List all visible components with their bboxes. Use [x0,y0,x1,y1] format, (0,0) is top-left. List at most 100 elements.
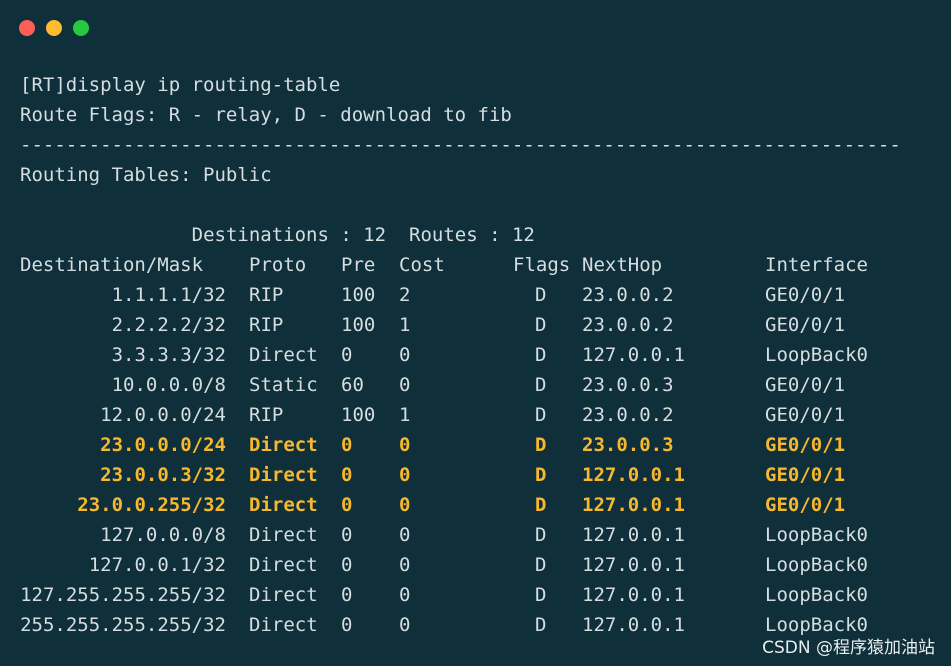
route-nexthop: 127.0.0.1 [582,464,685,486]
route-proto: Direct [249,464,318,486]
table-row: 127.255.255.255/32 Direct 0 0 D 127.0.0.1 Loop… [20,580,940,610]
route-interface: LoopBack0 [765,344,868,366]
route-cost: 0 [399,374,411,396]
table-row: 2.2.2.2/32 RIP 100 1 D 23.0.0.2 GE0/0/1 [20,310,940,340]
route-cost: 0 [399,524,411,546]
route-destination: 127.255.255.255/32 [20,584,226,606]
route-pre: 100 [341,284,376,306]
route-flags: D [535,494,547,516]
route-pre: 0 [341,464,353,486]
route-flags-line: Route Flags: R - relay, D - download to … [20,104,512,126]
route-proto: RIP [249,404,284,426]
header-destination: Destination/Mask [20,254,204,276]
route-nexthop: 23.0.0.3 [582,374,674,396]
close-button[interactable] [19,20,35,36]
route-flags: D [535,374,547,396]
route-nexthop: 127.0.0.1 [582,554,685,576]
route-pre: 60 [341,374,364,396]
route-interface: GE0/0/1 [765,494,846,516]
route-flags: D [535,344,547,366]
terminal-output: [RT]display ip routing-table Route Flags… [20,70,940,640]
separator-line: ----------------------------------------… [20,134,901,156]
route-pre: 100 [341,314,376,336]
header-cost: Cost [399,254,445,276]
route-nexthop: 127.0.0.1 [582,524,685,546]
table-row: 10.0.0.0/8 Static 60 0 D 23.0.0.3 GE0/0/1 [20,370,940,400]
route-flags: D [535,284,547,306]
route-nexthop: 127.0.0.1 [582,344,685,366]
route-nexthop: 23.0.0.2 [582,284,674,306]
route-destination: 23.0.0.255/32 [77,494,226,516]
routing-tables-line: Routing Tables: Public [20,164,272,186]
route-destination: 127.0.0.1/32 [88,554,226,576]
watermark: CSDN @程序猿加油站 [762,638,935,658]
summary-line: Destinations : 12 Routes : 12 [20,190,940,246]
command-line: [RT]display ip routing-table [20,74,341,96]
route-cost: 1 [399,314,411,336]
route-flags: D [535,464,547,486]
route-pre: 0 [341,584,353,606]
route-flags: D [535,434,547,456]
route-destination: 12.0.0.0/24 [100,404,226,426]
route-proto: RIP [249,284,284,306]
route-flags: D [535,524,547,546]
route-cost: 2 [399,284,411,306]
route-pre: 0 [341,494,353,516]
route-cost: 0 [399,344,411,366]
routing-table-rows: 1.1.1.1/32 RIP 100 2 D 23.0.0.2 GE0/0/1 2.2.2.2… [20,280,940,640]
route-cost: 0 [399,434,411,456]
route-cost: 0 [399,614,411,636]
table-row: 1.1.1.1/32 RIP 100 2 D 23.0.0.2 GE0/0/1 [20,280,940,310]
route-nexthop: 23.0.0.2 [582,404,674,426]
route-flags: D [535,614,547,636]
route-destination: 23.0.0.0/24 [100,434,226,456]
route-proto: Direct [249,344,318,366]
route-nexthop: 23.0.0.3 [582,434,674,456]
route-pre: 0 [341,614,353,636]
route-destination: 127.0.0.0/8 [100,524,226,546]
route-pre: 100 [341,404,376,426]
route-flags: D [535,404,547,426]
table-header: Destination/Mask Proto Pre Cost Flags Ne… [20,250,940,280]
route-nexthop: 127.0.0.1 [582,494,685,516]
route-destination: 1.1.1.1/32 [111,284,226,306]
route-pre: 0 [341,554,353,576]
window-controls [19,20,89,36]
route-interface: LoopBack0 [765,524,868,546]
route-nexthop: 23.0.0.2 [582,314,674,336]
route-nexthop: 127.0.0.1 [582,584,685,606]
route-flags: D [535,554,547,576]
header-nexthop: NextHop [582,254,663,276]
table-row: 127.0.0.0/8 Direct 0 0 D 127.0.0.1 LoopBack0 [20,520,940,550]
header-interface: Interface [765,254,868,276]
route-pre: 0 [341,524,353,546]
terminal-window: [RT]display ip routing-table Route Flags… [0,0,951,666]
table-row: 23.0.0.3/32 Direct 0 0 D 127.0.0.1 GE0/0/1 [20,460,940,490]
route-pre: 0 [341,434,353,456]
header-flags: Flags [513,254,571,276]
route-proto: RIP [249,314,284,336]
route-destination: 23.0.0.3/32 [100,464,226,486]
route-pre: 0 [341,344,353,366]
route-flags: D [535,584,547,606]
header-proto: Proto [249,254,307,276]
maximize-button[interactable] [73,20,89,36]
route-proto: Direct [249,524,318,546]
route-proto: Direct [249,494,318,516]
header-pre: Pre [341,254,376,276]
route-proto: Static [249,374,318,396]
route-cost: 0 [399,494,411,516]
table-row: 3.3.3.3/32 Direct 0 0 D 127.0.0.1 LoopBack0 [20,340,940,370]
route-cost: 0 [399,584,411,606]
route-flags: D [535,314,547,336]
minimize-button[interactable] [46,20,62,36]
route-interface: LoopBack0 [765,554,868,576]
route-interface: GE0/0/1 [765,434,846,456]
route-interface: GE0/0/1 [765,374,846,396]
route-interface: GE0/0/1 [765,464,846,486]
route-cost: 1 [399,404,411,426]
route-interface: GE0/0/1 [765,284,846,306]
route-nexthop: 127.0.0.1 [582,614,685,636]
route-proto: Direct [249,584,318,606]
